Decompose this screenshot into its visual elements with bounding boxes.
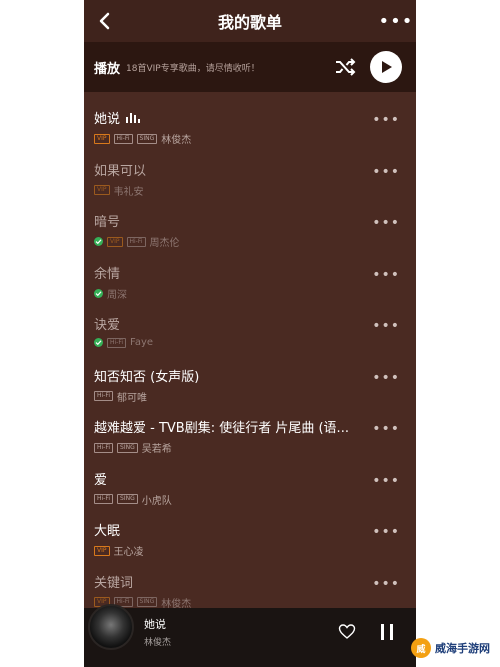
song-artist: Faye xyxy=(130,337,154,348)
song-title-text: 知否知否 (女声版) xyxy=(94,369,200,385)
quality-badge: Hi-Fi xyxy=(107,337,127,348)
song-title: 暗号 xyxy=(94,211,362,230)
song-title-text: 暗号 xyxy=(94,215,121,230)
heart-icon[interactable] xyxy=(338,623,356,641)
play-button[interactable] xyxy=(370,51,402,83)
song-row[interactable]: 诀爱 Hi-Fi Faye ••• xyxy=(84,298,416,350)
check-icon xyxy=(94,237,103,246)
album-cover[interactable] xyxy=(88,604,134,650)
quality-badge: VIP xyxy=(107,236,123,247)
quality-badge: VIP xyxy=(94,545,110,556)
quality-badge: Hi-Fi xyxy=(126,236,146,247)
song-title-text: 余情 xyxy=(94,266,121,282)
song-title-text: 如果可以 xyxy=(94,163,147,179)
song-row[interactable]: 余情 周深 ••• xyxy=(84,247,416,301)
song-row[interactable]: 暗号 VIP Hi-Fi 周杰伦 ••• xyxy=(84,195,416,249)
song-list: 她说 VIP Hi-Fi SING 林俊杰 ••• 如果可以 VIP 韦礼安 ••• 暗号 VIP Hi… xyxy=(84,92,416,610)
more-icon[interactable]: ••• xyxy=(372,318,400,334)
song-title-text: 越难越爱 - TVB剧集: 使徒行者 片尾曲 (语... xyxy=(94,421,349,436)
more-icon[interactable]: ••• xyxy=(372,421,400,437)
phone-screen: 我的歌单 ••• 播放 18首VIP专享歌曲，请尽情收听！ 她说 VIP Hi-Fi… xyxy=(84,0,416,667)
quality-badge: VIP xyxy=(94,133,110,144)
song-row[interactable]: 关键词 VIP Hi-Fi SING 林俊杰 ••• xyxy=(84,556,416,610)
mini-player[interactable]: 她说 林俊杰 xyxy=(84,604,416,667)
watermark-text: 威海手游网 xyxy=(435,642,490,655)
quality-badge: VIP xyxy=(94,185,110,195)
quality-badge: Hi-Fi xyxy=(94,494,114,504)
equalizer-icon xyxy=(126,112,141,123)
top-bar: 我的歌单 ••• xyxy=(84,0,416,42)
page-title: 我的歌单 xyxy=(217,13,282,32)
player-song-title: 她说 xyxy=(144,618,166,631)
song-title: 越难越爱 - TVB剧集: 使徒行者 片尾曲 (语... xyxy=(94,417,362,436)
more-icon[interactable]: ••• xyxy=(372,524,400,540)
back-icon[interactable] xyxy=(84,0,124,42)
more-icon[interactable]: ••• xyxy=(372,164,400,180)
song-title-text: 大眠 xyxy=(94,524,121,539)
song-row[interactable]: 她说 VIP Hi-Fi SING 林俊杰 ••• xyxy=(84,92,416,146)
more-icon[interactable]: ••• xyxy=(372,215,400,231)
song-title-text: 她说 xyxy=(94,112,121,127)
song-title: 爱 xyxy=(94,469,362,488)
song-title: 她说 xyxy=(94,108,362,127)
check-icon xyxy=(94,338,103,347)
quality-badge: Hi-Fi xyxy=(94,442,114,453)
quality-badge: SING xyxy=(117,442,138,453)
quality-badge: SING xyxy=(136,597,158,607)
song-title: 大眠 xyxy=(94,520,362,539)
more-icon[interactable]: ••• xyxy=(376,0,416,42)
quality-badge: Hi-Fi xyxy=(94,391,114,401)
song-title-text: 关键词 xyxy=(94,575,134,591)
song-row[interactable]: 越难越爱 - TVB剧集: 使徒行者 片尾曲 (语... Hi-Fi SING 吴若希… xyxy=(84,401,416,455)
more-icon[interactable]: ••• xyxy=(372,576,400,592)
play-all-subtitle: 18首VIP专享歌曲，请尽情收听！ xyxy=(126,63,260,74)
check-icon xyxy=(94,288,103,298)
song-title: 关键词 xyxy=(94,572,362,591)
pause-icon[interactable] xyxy=(381,624,393,640)
song-title-text: 爱 xyxy=(94,472,108,488)
song-title-text: 诀爱 xyxy=(94,318,121,333)
song-title: 如果可以 xyxy=(94,160,362,179)
quality-badge: SING xyxy=(117,494,138,504)
play-all-bar[interactable]: 播放 18首VIP专享歌曲，请尽情收听！ xyxy=(84,42,416,92)
song-row[interactable]: 如果可以 VIP 韦礼安 ••• xyxy=(84,144,416,198)
shuffle-icon[interactable] xyxy=(334,56,356,78)
quality-badge: Hi-Fi xyxy=(113,133,133,144)
more-icon[interactable]: ••• xyxy=(372,370,400,386)
quality-badge: SING xyxy=(136,133,158,144)
song-title: 余情 xyxy=(94,263,362,282)
song-title: 知否知否 (女声版) xyxy=(94,366,362,385)
song-row[interactable]: 爱 Hi-Fi SING 小虎队 ••• xyxy=(84,453,416,507)
more-icon[interactable]: ••• xyxy=(372,267,400,283)
watermark: 威 威海手游网 xyxy=(411,638,490,658)
play-icon xyxy=(382,61,392,73)
more-icon[interactable]: ••• xyxy=(372,112,400,128)
watermark-logo: 威 xyxy=(411,638,431,658)
song-row[interactable]: 知否知否 (女声版) Hi-Fi 郁可唯 ••• xyxy=(84,350,416,404)
play-all-label[interactable]: 播放 xyxy=(94,58,120,77)
more-icon[interactable]: ••• xyxy=(372,473,400,489)
song-row[interactable]: 大眠 VIP 王心凌 ••• xyxy=(84,504,416,558)
player-artist: 林俊杰 xyxy=(144,638,172,648)
song-title: 诀爱 xyxy=(94,314,362,333)
song-meta: Hi-Fi Faye xyxy=(94,337,416,348)
